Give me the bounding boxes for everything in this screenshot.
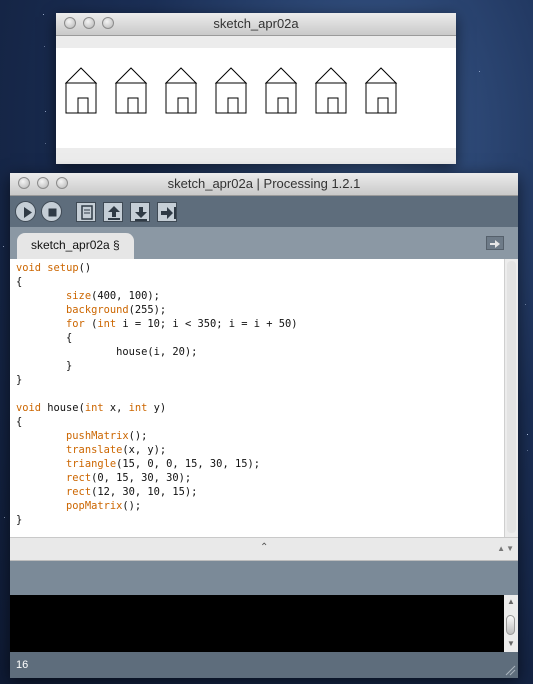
new-button[interactable] [76,202,96,222]
zoom-button[interactable] [102,17,114,29]
window-controls [64,17,114,29]
sketch-canvas[interactable] [56,48,456,148]
scroll-up-icon[interactable]: ▲ [507,597,515,606]
code-editor[interactable]: void setup() { size(400, 100); backgroun… [10,259,504,537]
status-footer: 16 [10,652,518,678]
house-shape [364,67,398,114]
stop-button[interactable] [41,201,62,222]
house-shape [264,67,298,114]
tab-sketch[interactable]: sketch_apr02a § [17,233,134,259]
save-arrow-down-icon [135,207,147,221]
close-button[interactable] [18,177,30,189]
new-document-icon [81,205,93,220]
processing-ide-window: sketch_apr02a | Processing 1.2.1 sketch_… [10,173,518,678]
minimize-button[interactable] [37,177,49,189]
run-button[interactable] [15,201,36,222]
scroll-down-icon[interactable]: ▼ [507,639,515,648]
toolbar [10,196,518,227]
scroll-thumb[interactable] [507,261,516,533]
message-area [10,561,518,595]
export-button[interactable] [157,202,177,222]
resize-grip-icon[interactable] [504,664,516,676]
console-scrollbar[interactable]: ▲ ▼ [504,595,518,652]
minimize-button[interactable] [83,17,95,29]
editor-scrollbar[interactable] [504,259,518,537]
house-shape [214,67,248,114]
ide-titlebar[interactable]: sketch_apr02a | Processing 1.2.1 [10,173,518,196]
divider-grip-icon[interactable]: ⌃ [260,542,268,553]
window-controls [18,177,68,189]
open-button[interactable] [103,202,123,222]
ide-window-title: sketch_apr02a | Processing 1.2.1 [167,176,361,191]
sketch-window: sketch_apr02a [56,13,456,164]
house-shape [314,67,348,114]
sketch-top-strip [56,36,456,48]
stop-icon [48,208,57,217]
arrow-right-icon [490,240,500,248]
sketch-bottom-strip [56,148,456,164]
console-scroll-thumb[interactable] [506,615,515,635]
line-number: 16 [16,659,29,671]
tab-menu-button[interactable] [486,236,504,250]
code-text[interactable]: void setup() { size(400, 100); backgroun… [10,259,504,527]
close-button[interactable] [64,17,76,29]
house-shape [114,67,148,114]
house-shape [64,67,98,114]
open-arrow-up-icon [108,206,120,220]
sketch-window-title: sketch_apr02a [213,16,299,31]
editor-divider[interactable]: ⌃ ▲▼ [10,537,518,561]
scroll-arrows-icon[interactable]: ▲▼ [497,544,515,553]
play-icon [24,207,32,218]
console-output[interactable] [10,595,504,652]
sketch-titlebar[interactable]: sketch_apr02a [56,13,456,36]
house-shape [164,67,198,114]
save-button[interactable] [130,202,150,222]
export-arrow-icon [161,207,176,219]
tab-bar: sketch_apr02a § [10,227,518,259]
zoom-button[interactable] [56,177,68,189]
